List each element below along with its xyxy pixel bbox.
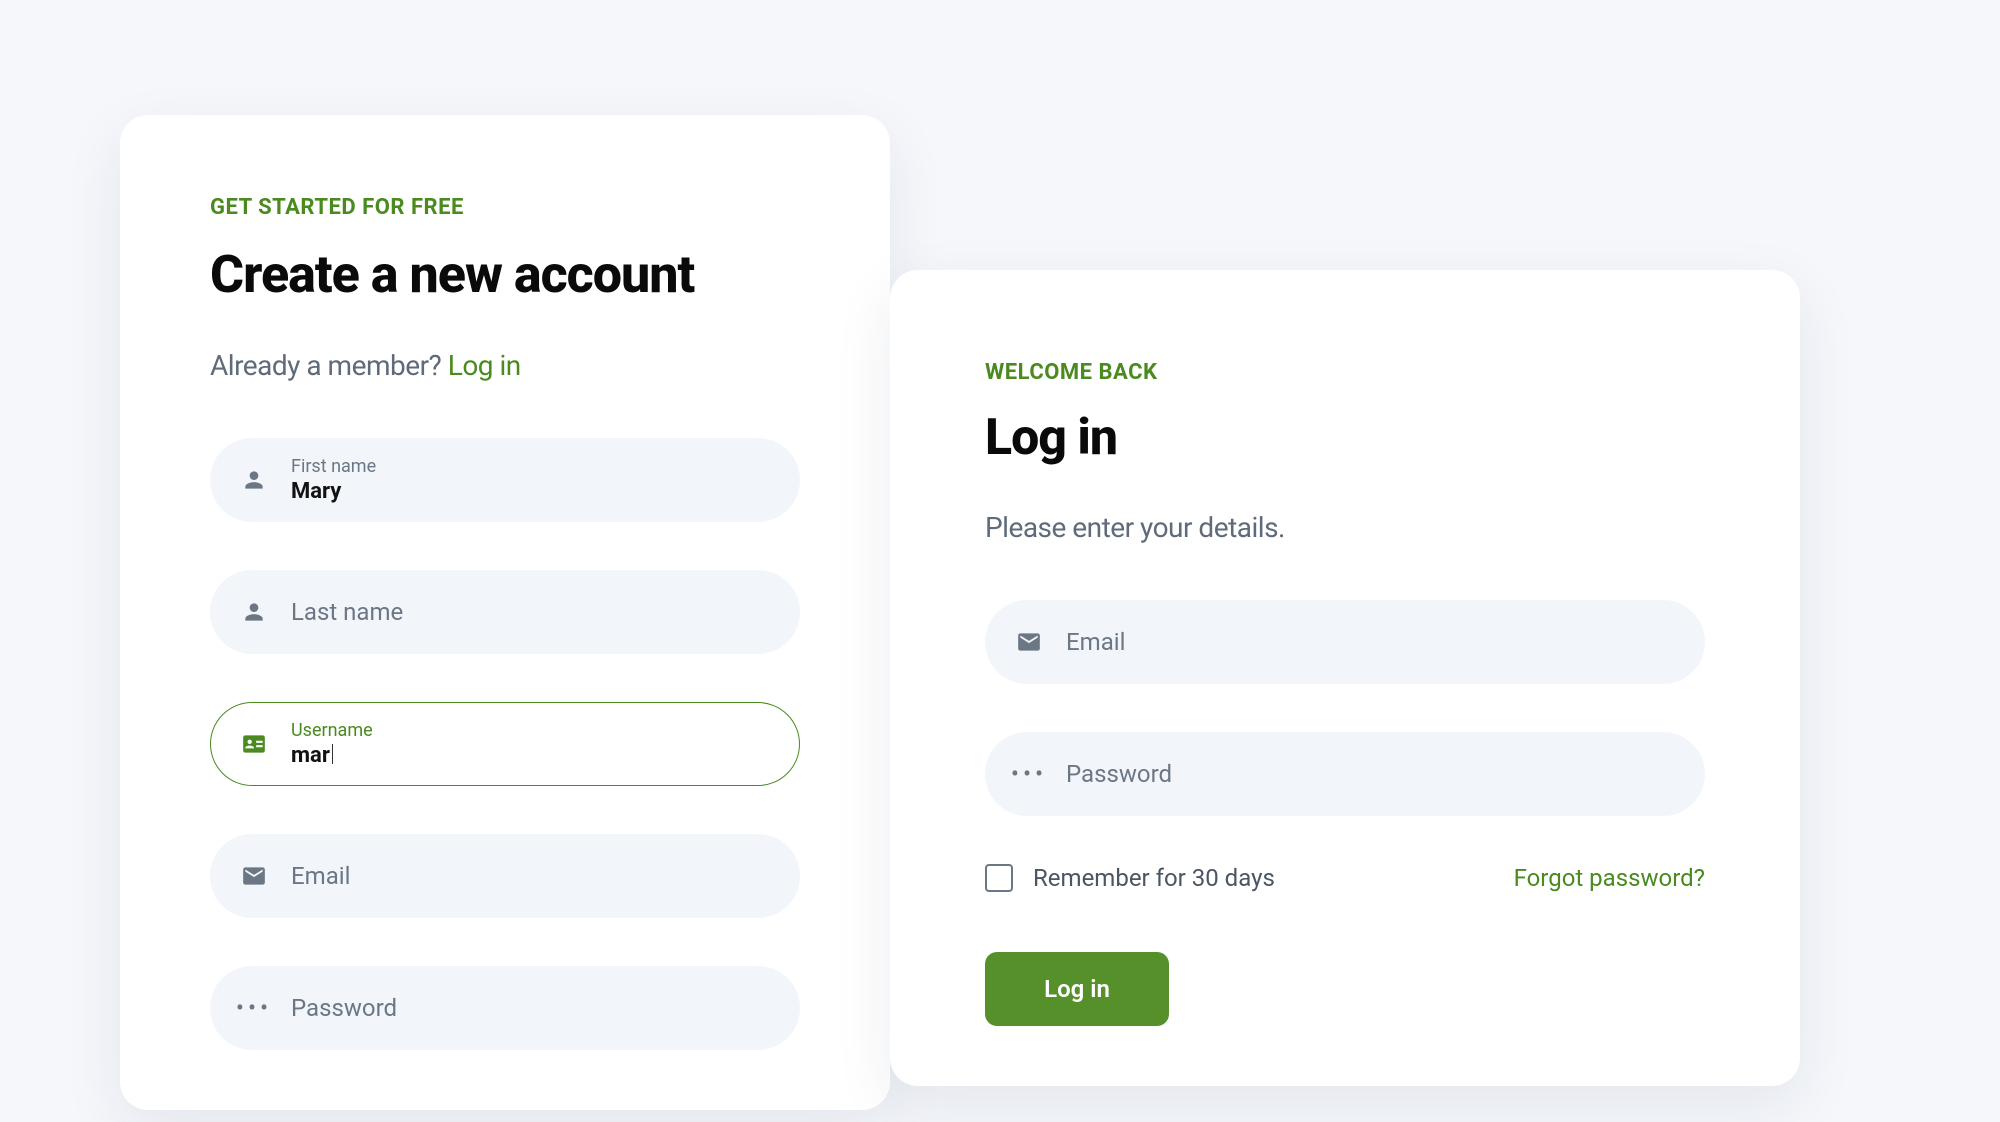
signup-email-placeholder: Email: [291, 862, 769, 890]
login-card: WELCOME BACK Log in Please enter your de…: [890, 270, 1800, 1086]
signup-card: GET STARTED FOR FREE Create a new accoun…: [120, 115, 890, 1110]
login-heading: Log in: [985, 409, 1705, 467]
mail-icon: [1016, 629, 1042, 655]
signup-subtext: Already a member? Log in: [210, 349, 800, 382]
last-name-placeholder: Last name: [291, 598, 769, 626]
username-label: Username: [291, 720, 769, 741]
login-submit-label: Log in: [1044, 975, 1110, 1003]
login-subtitle: Please enter your details.: [985, 511, 1705, 544]
dots-icon: •••: [1016, 761, 1042, 787]
forgot-password-link[interactable]: Forgot password?: [1514, 864, 1705, 892]
login-email-placeholder: Email: [1066, 628, 1674, 656]
remember-label: Remember for 30 days: [1033, 864, 1275, 892]
login-overline: WELCOME BACK: [985, 360, 1705, 385]
text-caret: [332, 744, 334, 764]
last-name-field[interactable]: Last name: [210, 570, 800, 654]
person-icon: [241, 599, 267, 625]
member-text: Already a member?: [210, 349, 441, 382]
username-value: mar: [291, 743, 769, 768]
remember-wrap[interactable]: Remember for 30 days: [985, 864, 1275, 892]
login-password-field[interactable]: ••• Password: [985, 732, 1705, 816]
signup-password-placeholder: Password: [291, 994, 769, 1022]
login-link[interactable]: Log in: [448, 349, 521, 382]
login-email-field[interactable]: Email: [985, 600, 1705, 684]
signup-overline: GET STARTED FOR FREE: [210, 195, 800, 220]
first-name-label: First name: [291, 456, 769, 477]
mail-icon: [241, 863, 267, 889]
login-submit-button[interactable]: Log in: [985, 952, 1169, 1026]
login-options-row: Remember for 30 days Forgot password?: [985, 864, 1705, 892]
first-name-field[interactable]: First name Mary: [210, 438, 800, 522]
dots-icon: •••: [241, 995, 267, 1021]
signup-password-field[interactable]: ••• Password: [210, 966, 800, 1050]
id-card-icon: [241, 731, 267, 757]
person-icon: [241, 467, 267, 493]
signup-heading: Create a new account: [210, 244, 800, 305]
login-password-placeholder: Password: [1066, 760, 1674, 788]
first-name-value: Mary: [291, 479, 769, 504]
signup-email-field[interactable]: Email: [210, 834, 800, 918]
username-field[interactable]: Username mar: [210, 702, 800, 786]
remember-checkbox[interactable]: [985, 864, 1013, 892]
